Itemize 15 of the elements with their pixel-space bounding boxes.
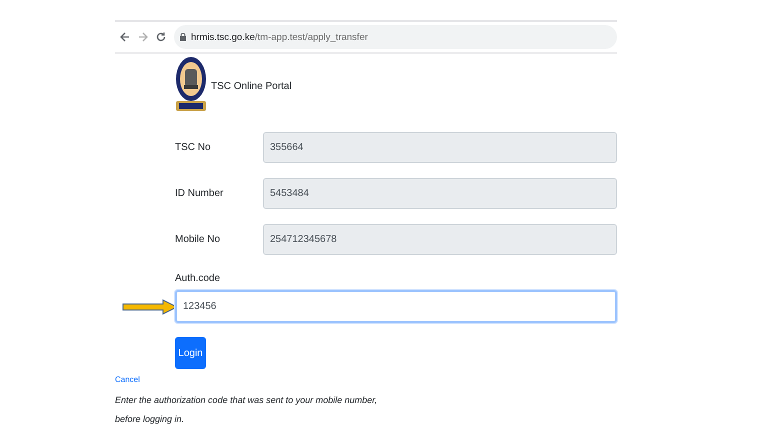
login-button[interactable]: Login bbox=[175, 337, 206, 369]
input-field[interactable]: 123456 bbox=[175, 290, 617, 323]
field-label: Mobile No bbox=[175, 234, 222, 245]
portal-title: TSC Online Portal bbox=[211, 80, 292, 92]
help-text: Enter the authorization code that was sent to your mobile number, bbox=[115, 395, 378, 405]
field-label: TSC No bbox=[175, 142, 212, 153]
back-icon[interactable] bbox=[120, 32, 130, 42]
field-label: ID Number bbox=[175, 188, 224, 199]
lock-icon bbox=[180, 33, 186, 41]
help-text: before logging in. bbox=[115, 414, 186, 424]
field-label: Auth.code bbox=[175, 273, 222, 284]
url-text: hrmis.tsc.go.ke/tm-app.test/apply_transfer bbox=[191, 32, 368, 42]
cancel-link[interactable]: Cancel bbox=[115, 375, 140, 384]
reload-icon[interactable] bbox=[156, 32, 166, 42]
address-bar[interactable]: hrmis.tsc.go.ke/tm-app.test/apply_transfer bbox=[174, 25, 617, 49]
